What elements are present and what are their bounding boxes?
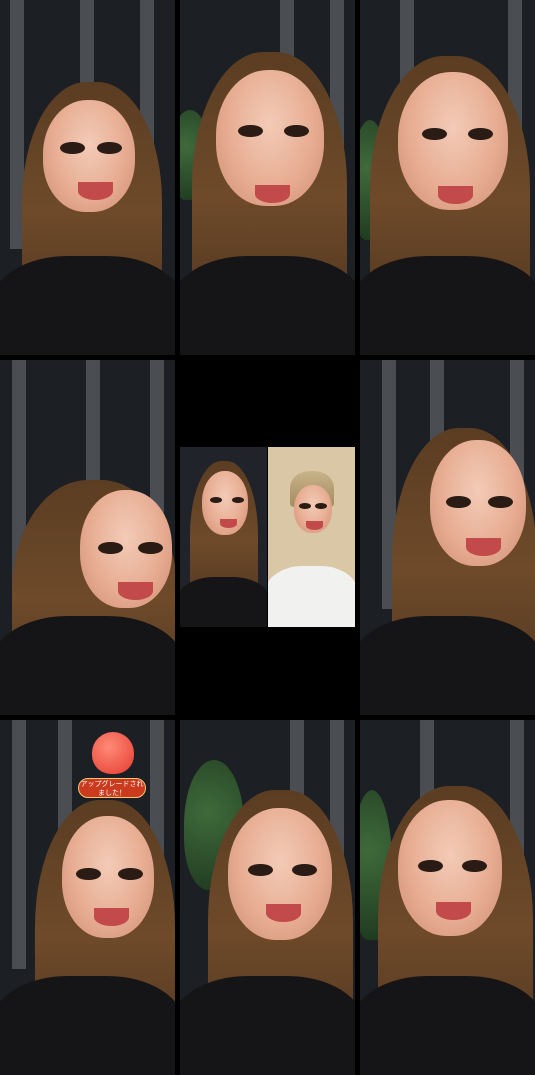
- dark-top: [0, 255, 175, 355]
- upgrade-badge-label: アップグレードされました！: [78, 778, 146, 798]
- upgrade-badge: アップグレードされました！: [78, 730, 146, 800]
- video-tile-5-split: [180, 360, 355, 715]
- dark-top: [0, 975, 175, 1075]
- dark-top: [360, 975, 535, 1075]
- dark-top: [180, 576, 267, 627]
- split-video-right: [268, 447, 355, 627]
- video-tile-4: [0, 360, 175, 715]
- dark-top: [360, 255, 535, 355]
- video-tile-6: [360, 360, 535, 715]
- white-top: [268, 565, 355, 627]
- dark-top: [0, 615, 175, 715]
- heart-mascot-icon: [92, 732, 134, 774]
- video-tile-1: [0, 0, 175, 355]
- video-tile-9: [360, 720, 535, 1075]
- dark-top: [360, 615, 535, 715]
- video-collage: アップグレードされました！: [0, 0, 535, 1075]
- video-tile-3: [360, 0, 535, 355]
- video-tile-8: [180, 720, 355, 1075]
- dark-top: [180, 255, 355, 355]
- video-tile-2: [180, 0, 355, 355]
- split-video-left: [180, 447, 267, 627]
- dark-top: [180, 975, 355, 1075]
